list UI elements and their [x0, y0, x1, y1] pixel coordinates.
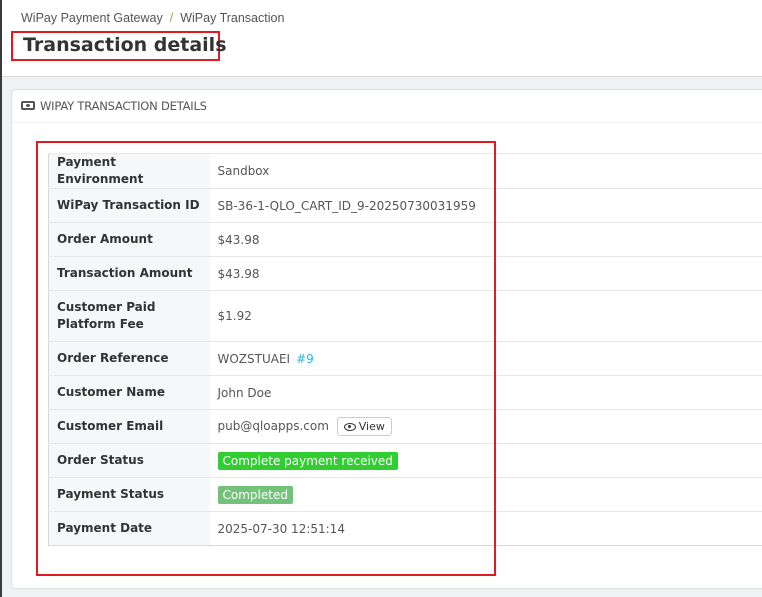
view-customer-button[interactable]: View [336, 417, 392, 436]
row-value: SB-36-1-QLO_CART_ID_9-20250730031959 [209, 188, 762, 223]
order-reference-value: WOZSTUAEI [217, 351, 291, 366]
row-value: $1.92 [209, 290, 762, 342]
row-label: Payment Environment [48, 153, 210, 189]
eye-icon [343, 423, 356, 431]
row-label: Transaction Amount [48, 256, 210, 291]
row-order-status: Order Status Complete payment received [48, 443, 762, 478]
row-label: Payment Date [48, 511, 210, 546]
payment-status-badge: Completed [217, 485, 293, 504]
row-order-reference: Order Reference WOZSTUAEI #9 [48, 341, 762, 376]
row-label: Order Reference [48, 341, 210, 376]
order-link[interactable]: #9 [296, 352, 314, 366]
row-platform-fee: Customer Paid Platform Fee $1.92 [48, 290, 762, 342]
page-title: Transaction details [23, 34, 227, 56]
row-payment-status: Payment Status Completed [48, 477, 762, 512]
transaction-details-panel: WIPAY TRANSACTION DETAILS Payment Enviro… [11, 89, 762, 589]
row-customer-email: Customer Email pub@qloapps.com View [48, 409, 762, 444]
order-status-badge: Complete payment received [217, 451, 398, 470]
row-order-amount: Order Amount $43.98 [48, 222, 762, 257]
panel-title: WIPAY TRANSACTION DETAILS [40, 99, 207, 113]
row-label: WiPay Transaction ID [48, 188, 210, 223]
money-icon [21, 101, 35, 110]
row-label: Order Status [48, 443, 210, 478]
page-header: WiPay Payment Gateway / WiPay Transaction … [2, 0, 762, 77]
row-label: Order Amount [48, 222, 210, 257]
transaction-details-table: Payment Environment Sandbox WiPay Transa… [48, 153, 762, 546]
row-transaction-amount: Transaction Amount $43.98 [48, 256, 762, 291]
row-value: $43.98 [209, 222, 762, 257]
row-payment-environment: Payment Environment Sandbox [48, 153, 762, 189]
row-transaction-id: WiPay Transaction ID SB-36-1-QLO_CART_ID… [48, 188, 762, 223]
row-label: Customer Paid Platform Fee [48, 290, 210, 342]
breadcrumb: WiPay Payment Gateway / WiPay Transaction [21, 11, 284, 25]
breadcrumb-item-transaction[interactable]: WiPay Transaction [180, 11, 284, 25]
row-payment-date: Payment Date 2025-07-30 12:51:14 [48, 511, 762, 546]
row-value: Completed [209, 477, 762, 512]
row-value: John Doe [209, 375, 762, 410]
row-customer-name: Customer Name John Doe [48, 375, 762, 410]
row-value: WOZSTUAEI #9 [209, 341, 762, 376]
view-button-label: View [358, 420, 385, 433]
left-sidebar-edge [0, 0, 2, 597]
panel-heading: WIPAY TRANSACTION DETAILS [12, 90, 762, 123]
row-value: Complete payment received [209, 443, 762, 478]
breadcrumb-item-gateway[interactable]: WiPay Payment Gateway [21, 11, 163, 25]
customer-email-value: pub@qloapps.com [217, 419, 329, 433]
breadcrumb-separator: / [169, 11, 174, 25]
row-value: $43.98 [209, 256, 762, 291]
row-value: 2025-07-30 12:51:14 [209, 511, 762, 546]
page-title-highlight: Transaction details [11, 31, 227, 61]
row-label: Customer Name [48, 375, 210, 410]
row-label: Customer Email [48, 409, 210, 444]
row-label: Payment Status [48, 477, 210, 512]
row-value: pub@qloapps.com View [209, 409, 762, 444]
row-value: Sandbox [209, 153, 762, 189]
